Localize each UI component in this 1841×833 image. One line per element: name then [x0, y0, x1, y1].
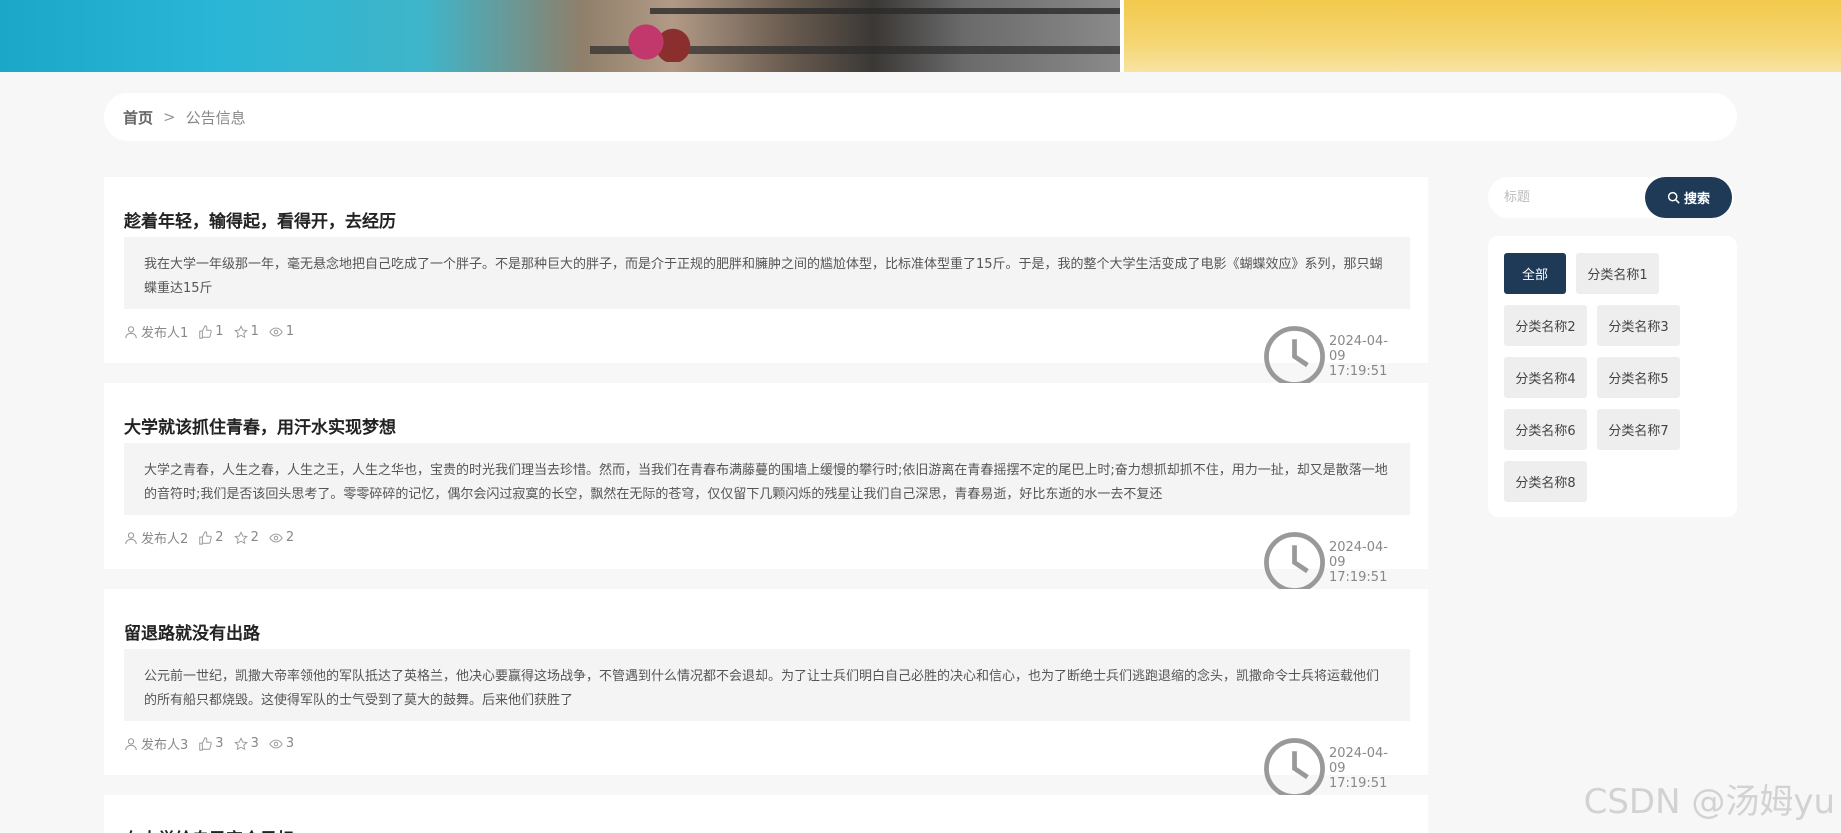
article-views: 3 — [285, 736, 295, 751]
category-panel: 全部 分类名称1 分类名称2 分类名称3 分类名称4 分类名称5 分类名称6 分… — [1488, 236, 1737, 517]
article-date: 2024-04-09 17:19:51 — [1260, 528, 1398, 597]
article-date: 2024-04-09 17:19:51 — [1260, 734, 1398, 803]
watermark: CSDN @汤姆yu — [1583, 782, 1835, 822]
category-item[interactable]: 分类名称8 — [1504, 461, 1587, 502]
article-views: 1 — [285, 324, 295, 339]
category-item[interactable]: 分类名称7 — [1597, 409, 1680, 450]
banner-image-sunset — [1124, 0, 1841, 72]
category-item[interactable]: 分类名称3 — [1597, 305, 1680, 346]
breadcrumb-home[interactable]: 首页 — [123, 107, 153, 128]
article-card[interactable]: 趁着年轻，输得起，看得开，去经历 我在大学一年级那一年，毫无悬念地把自己吃成了一… — [104, 177, 1428, 387]
category-item[interactable]: 分类名称6 — [1504, 409, 1587, 450]
category-item[interactable]: 分类名称5 — [1597, 357, 1680, 398]
breadcrumb-current: 公告信息 — [185, 108, 246, 127]
search-button[interactable]: 搜索 — [1645, 177, 1732, 218]
thumbs-up-icon — [199, 324, 213, 339]
article-meta: 发布人1 1 1 1 — [124, 322, 304, 341]
user-icon — [125, 325, 137, 338]
article-likes: 1 — [215, 324, 224, 339]
search-box: 搜索 — [1488, 177, 1734, 218]
article-card[interactable]: 在大学给自己定个目标 — [104, 795, 1428, 833]
article-likes: 3 — [215, 736, 224, 751]
banner-image-pool — [0, 0, 1120, 72]
article-title[interactable]: 趁着年轻，输得起，看得开，去经历 — [124, 207, 396, 232]
article-summary: 大学之青春，人生之春，人生之王，人生之华也，宝贵的时光我们理当去珍惜。然而，当我… — [124, 443, 1410, 515]
eye-icon — [269, 533, 283, 542]
breadcrumb: 首页 > 公告信息 — [104, 93, 1737, 141]
hero-banner — [0, 0, 1841, 72]
article-favorites: 1 — [250, 324, 259, 339]
category-item[interactable]: 分类名称2 — [1504, 305, 1587, 346]
article-favorites: 2 — [250, 530, 259, 545]
breadcrumb-separator: > — [163, 108, 176, 126]
eye-icon — [269, 327, 283, 336]
star-icon — [233, 736, 248, 750]
article-date-text: 2024-04-09 17:19:51 — [1328, 334, 1388, 380]
article-author: 发布人3 — [141, 738, 189, 753]
user-icon — [125, 737, 137, 750]
article-views: 2 — [285, 530, 295, 545]
article-title[interactable]: 在大学给自己定个目标 — [124, 825, 294, 833]
article-date-text: 2024-04-09 17:19:51 — [1328, 540, 1388, 586]
article-meta: 发布人3 3 3 3 — [124, 734, 304, 753]
eye-icon — [269, 739, 283, 748]
article-title[interactable]: 留退路就没有出路 — [124, 619, 260, 644]
category-all[interactable]: 全部 — [1504, 253, 1566, 294]
user-icon — [125, 531, 137, 544]
article-summary: 公元前一世纪，凯撒大帝率领他的军队抵达了英格兰，他决心要赢得这场战争，不管遇到什… — [124, 649, 1410, 721]
article-author: 发布人1 — [141, 326, 189, 341]
category-item[interactable]: 分类名称4 — [1504, 357, 1587, 398]
article-author: 发布人2 — [141, 532, 189, 547]
article-likes: 2 — [215, 530, 224, 545]
article-date-text: 2024-04-09 17:19:51 — [1328, 746, 1388, 792]
star-icon — [233, 530, 248, 544]
article-favorites: 3 — [250, 736, 259, 751]
article-date: 2024-04-09 17:19:51 — [1260, 322, 1398, 391]
article-title[interactable]: 大学就该抓住青春，用汗水实现梦想 — [124, 413, 396, 438]
thumbs-up-icon — [199, 736, 213, 751]
article-card[interactable]: 大学就该抓住青春，用汗水实现梦想 大学之青春，人生之春，人生之王，人生之华也，宝… — [104, 383, 1428, 593]
clock-icon — [1264, 532, 1325, 593]
clock-icon — [1264, 326, 1325, 387]
article-card[interactable]: 留退路就没有出路 公元前一世纪，凯撒大帝率领他的军队抵达了英格兰，他决心要赢得这… — [104, 589, 1428, 799]
article-meta: 发布人2 2 2 2 — [124, 528, 304, 547]
thumbs-up-icon — [199, 530, 213, 545]
clock-icon — [1264, 738, 1325, 799]
search-icon — [1667, 191, 1680, 204]
article-summary: 我在大学一年级那一年，毫无悬念地把自己吃成了一个胖子。不是那种巨大的胖子，而是介… — [124, 237, 1410, 309]
search-input[interactable] — [1488, 177, 1648, 218]
search-button-label: 搜索 — [1683, 192, 1710, 207]
category-item[interactable]: 分类名称1 — [1576, 253, 1659, 294]
star-icon — [233, 324, 248, 338]
